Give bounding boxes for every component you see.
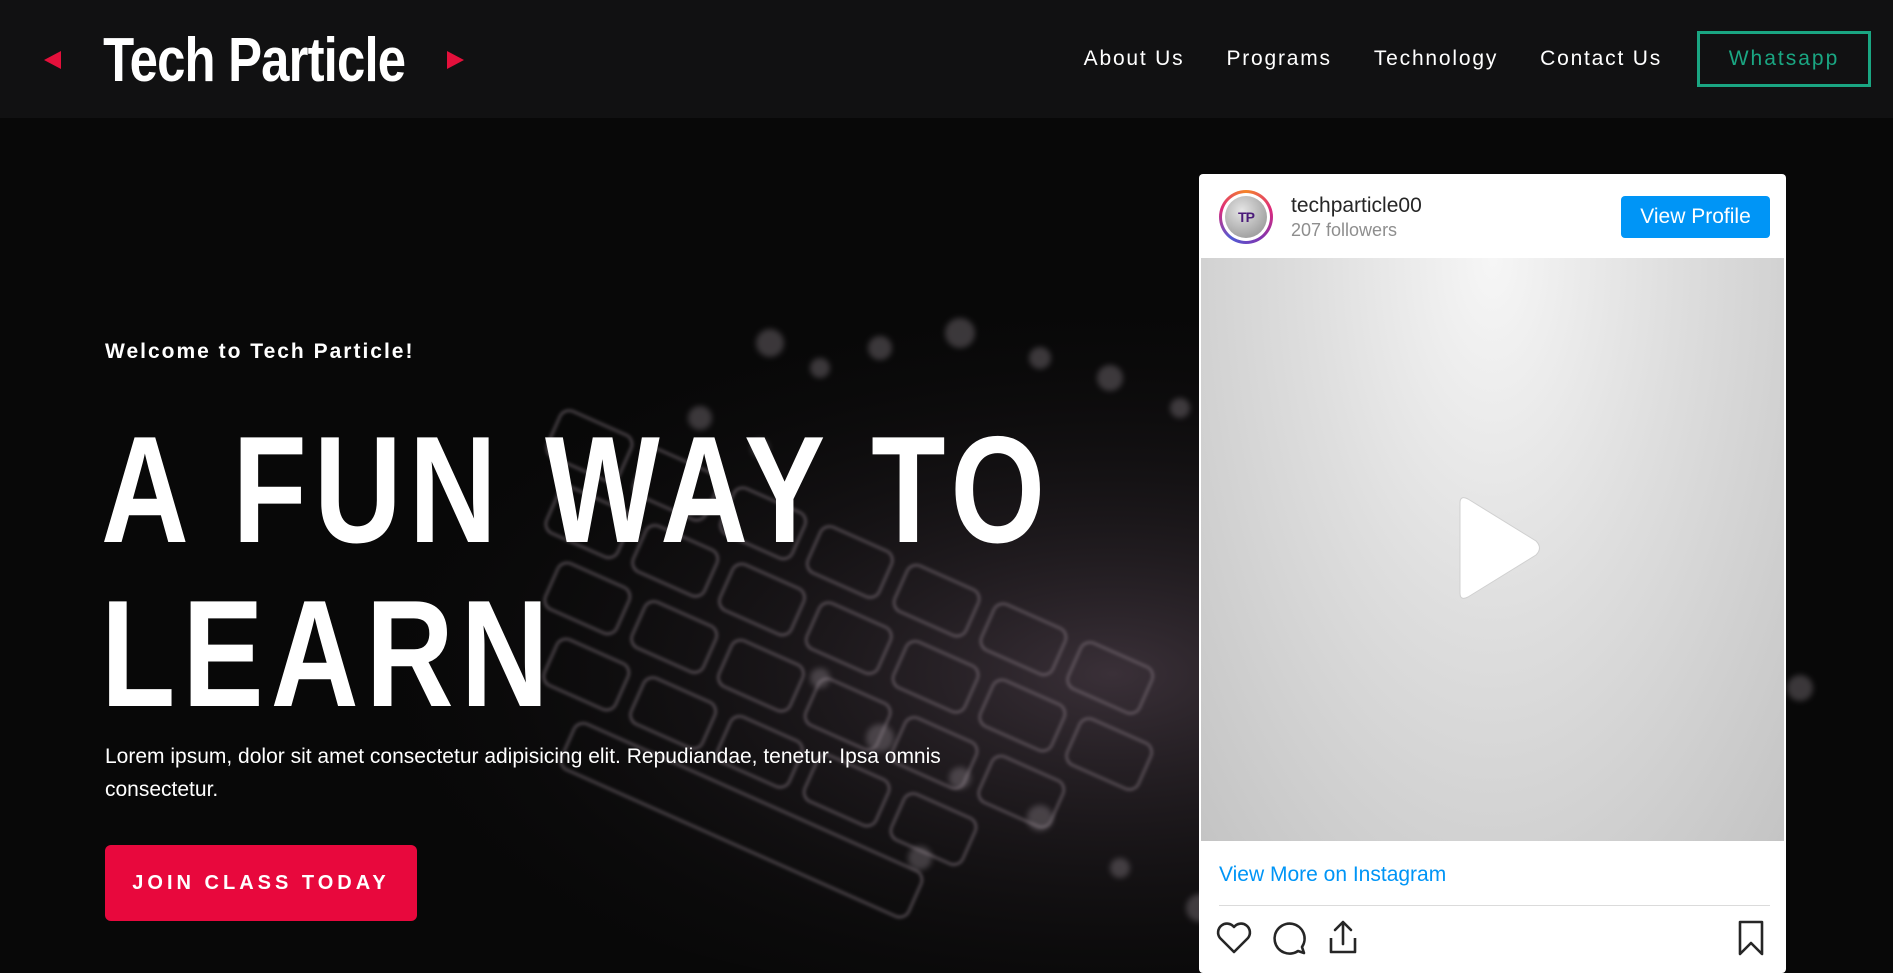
hero-headline: A FUN WAY TO LEARN	[101, 408, 1052, 736]
welcome-text: Welcome to Tech Particle!	[105, 340, 415, 363]
divider	[1219, 905, 1770, 906]
navbar: Tech Particle About Us Programs Technolo…	[0, 0, 1893, 118]
play-icon[interactable]	[1446, 493, 1546, 603]
join-class-button[interactable]: JOIN CLASS TODAY	[105, 845, 417, 921]
triangle-left-icon	[44, 51, 61, 69]
headline-line-1: A FUN WAY TO	[101, 405, 1053, 575]
nav-link-about-us[interactable]: About Us	[1084, 47, 1185, 71]
instagram-header: TP techparticle00 207 followers View Pro…	[1199, 174, 1786, 258]
comment-icon[interactable]	[1269, 918, 1309, 958]
heart-icon[interactable]	[1214, 918, 1254, 958]
nav-link-contact-us[interactable]: Contact Us	[1540, 47, 1662, 71]
triangle-right-icon	[447, 51, 465, 69]
bookmark-icon[interactable]	[1731, 918, 1771, 958]
brand-name[interactable]: Tech Particle	[103, 25, 406, 96]
avatar[interactable]: TP	[1219, 190, 1273, 244]
nav-link-programs[interactable]: Programs	[1226, 47, 1331, 71]
instagram-followers: 207 followers	[1291, 220, 1398, 240]
whatsapp-button[interactable]: Whatsapp	[1697, 31, 1871, 87]
instagram-username[interactable]: techparticle00	[1291, 194, 1422, 218]
nav-menu: About Us Programs Technology Contact Us …	[1084, 0, 1893, 118]
instagram-video[interactable]	[1201, 258, 1784, 841]
brand-logo[interactable]: Tech Particle	[44, 18, 465, 102]
headline-line-2: LEARN	[101, 569, 556, 739]
hero-description: Lorem ipsum, dolor sit amet consectetur …	[105, 745, 941, 801]
view-more-on-instagram-link[interactable]: View More on Instagram	[1219, 863, 1446, 887]
nav-link-technology[interactable]: Technology	[1374, 47, 1498, 71]
share-icon[interactable]	[1323, 918, 1363, 958]
avatar-logo: TP	[1225, 196, 1267, 238]
instagram-embed-card: TP techparticle00 207 followers View Pro…	[1199, 174, 1786, 973]
avatar-ring: TP	[1222, 193, 1270, 241]
view-profile-button[interactable]: View Profile	[1621, 196, 1770, 238]
